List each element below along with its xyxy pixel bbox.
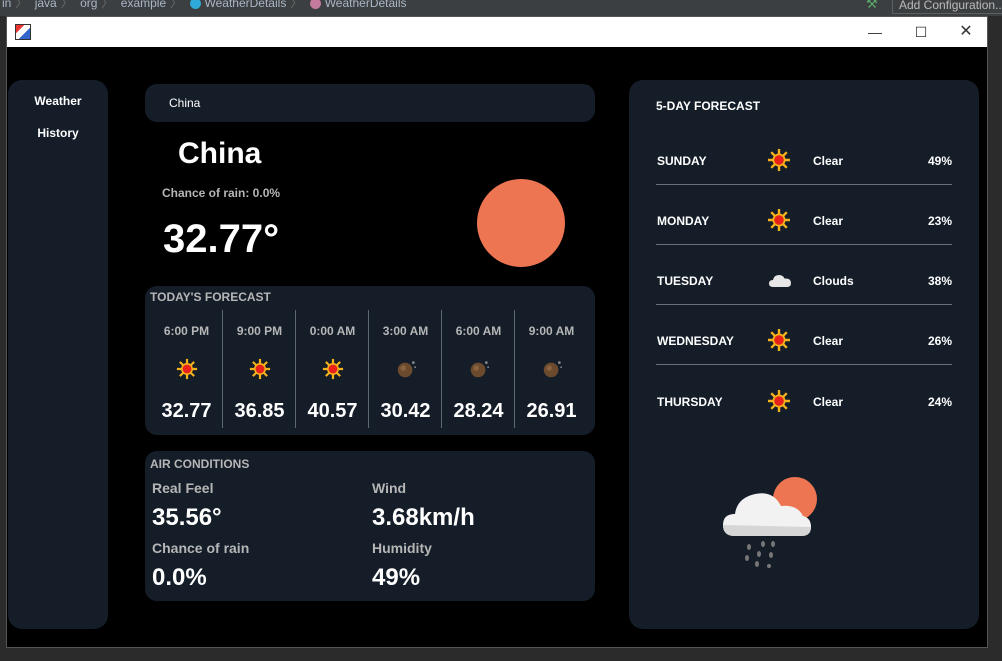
rain-cloud-sun-icon — [723, 477, 817, 568]
percent: 23% — [927, 214, 952, 228]
condition: Clear — [813, 154, 844, 168]
percent: 38% — [927, 274, 952, 288]
method-icon — [309, 0, 321, 10]
moon-icon — [543, 361, 563, 378]
breadcrumb: in 〉 java 〉 org 〉 example 〉 WeatherDetails 〉 … — [2, 0, 411, 10]
day-name: THURSDAY — [657, 395, 723, 409]
sun-icon — [322, 358, 344, 380]
condition: Clear — [813, 334, 844, 348]
city-name: China — [178, 137, 262, 170]
hour-time: 9:00 PM — [236, 324, 283, 338]
wind-value: 3.68km/h — [372, 504, 475, 531]
condition: Clear — [813, 395, 844, 409]
todays-forecast-panel: TODAY'S FORECAST 6:00 PM 32.77 9:00 PM 3… — [145, 286, 595, 435]
search-input[interactable] — [169, 95, 569, 111]
hour-temperature: 40.57 — [307, 400, 358, 422]
app-window: — ☐ ✕ Weather History China Chance of ra… — [6, 16, 988, 648]
hour-time: 9:00 AM — [528, 324, 575, 338]
ide-right-gutter — [988, 16, 1002, 661]
hourly-forecast-item: 9:00 AM 26.91 — [515, 310, 588, 428]
cloud-icon — [769, 275, 791, 287]
real-feel-value: 35.56° — [152, 504, 222, 531]
ide-toolbar: in 〉 java 〉 org 〉 example 〉 WeatherDetails 〉 … — [0, 0, 1002, 16]
forecast-row: SUNDAY Clear 49% — [656, 124, 952, 185]
class-icon — [189, 0, 201, 10]
forecast-row: TUESDAY Clouds 38% — [656, 244, 952, 305]
breadcrumb-item[interactable]: java — [35, 0, 57, 10]
humidity-value: 49% — [372, 564, 421, 591]
build-icon[interactable]: ⚒ — [866, 0, 878, 10]
search-bar — [145, 84, 595, 122]
section-title: AIR CONDITIONS — [150, 457, 250, 471]
hour-time: 0:00 AM — [309, 324, 356, 338]
rain-value: 0.0% — [152, 564, 207, 591]
breadcrumb-item[interactable]: WeatherDetails — [325, 0, 407, 10]
hour-temperature: 30.42 — [380, 400, 431, 422]
add-configuration-button[interactable]: Add Configuration... — [892, 0, 1002, 14]
java-app-icon — [15, 24, 31, 40]
forecast-row: WEDNESDAY Clear 26% — [656, 304, 952, 365]
section-title: 5-DAY FORECAST — [656, 99, 761, 113]
percent: 26% — [927, 334, 952, 348]
condition: Clear — [813, 214, 844, 228]
sun-icon — [768, 329, 790, 351]
hour-temperature: 36.85 — [234, 400, 285, 422]
ide-bottom-strip — [0, 648, 1002, 661]
sidebar: Weather History — [8, 80, 108, 629]
maximize-button[interactable]: ☐ — [906, 21, 936, 43]
breadcrumb-item[interactable]: example — [121, 0, 166, 10]
hourly-forecast-item: 0:00 AM 40.57 — [296, 310, 369, 428]
hourly-forecast-item: 6:00 AM 28.24 — [442, 310, 515, 428]
hour-time: 6:00 PM — [163, 324, 210, 338]
hour-temperature: 26.91 — [526, 400, 577, 422]
sidebar-item-weather[interactable]: Weather — [8, 94, 108, 108]
hourly-forecast-item: 6:00 PM 32.77 — [150, 310, 223, 428]
percent: 24% — [927, 395, 952, 409]
hourly-forecast-item: 9:00 PM 36.85 — [223, 310, 296, 428]
close-button[interactable]: ✕ — [951, 21, 981, 43]
sun-icon — [477, 179, 565, 267]
hour-time: 3:00 AM — [382, 324, 429, 338]
five-day-forecast-panel: 5-DAY FORECAST SUNDAY Clear 49% MONDAY C… — [629, 80, 979, 629]
current-temperature: 32.77° — [163, 217, 280, 261]
moon-icon — [397, 361, 417, 378]
rain-label: Chance of rain — [152, 540, 250, 556]
day-name: TUESDAY — [657, 274, 714, 288]
forecast-row: THURSDAY Clear 24% — [656, 365, 952, 425]
sun-icon — [176, 358, 198, 380]
percent: 49% — [927, 154, 952, 168]
day-name: MONDAY — [657, 214, 710, 228]
sun-icon — [768, 209, 790, 231]
forecast-row: MONDAY Clear 23% — [656, 184, 952, 245]
day-name: WEDNESDAY — [657, 334, 734, 348]
hour-temperature: 28.24 — [453, 400, 504, 422]
real-feel-label: Real Feel — [152, 480, 214, 496]
moon-icon — [470, 361, 490, 378]
title-bar: — ☐ ✕ — [7, 17, 987, 47]
minimize-button[interactable]: — — [860, 21, 890, 43]
wind-label: Wind — [372, 480, 407, 496]
sidebar-item-history[interactable]: History — [8, 126, 108, 140]
breadcrumb-item[interactable]: org — [80, 0, 97, 10]
chance-of-rain: Chance of rain: 0.0% — [162, 186, 281, 200]
hourly-forecast-item: 3:00 AM 30.42 — [369, 310, 442, 428]
breadcrumb-item[interactable]: WeatherDetails — [205, 0, 287, 10]
breadcrumb-item[interactable]: in — [2, 0, 11, 10]
humidity-label: Humidity — [372, 540, 432, 556]
hour-temperature: 32.77 — [161, 400, 212, 422]
air-conditions-panel: AIR CONDITIONS Real Feel 35.56° Wind 3.6… — [145, 451, 595, 601]
hour-time: 6:00 AM — [455, 324, 502, 338]
day-name: SUNDAY — [657, 154, 707, 168]
condition: Clouds — [813, 274, 854, 288]
section-title: TODAY'S FORECAST — [150, 290, 271, 304]
sun-icon — [768, 149, 790, 171]
sun-icon — [249, 358, 271, 380]
sun-icon — [768, 390, 790, 412]
app-content: Weather History China Chance of rain: 0.… — [7, 47, 987, 647]
